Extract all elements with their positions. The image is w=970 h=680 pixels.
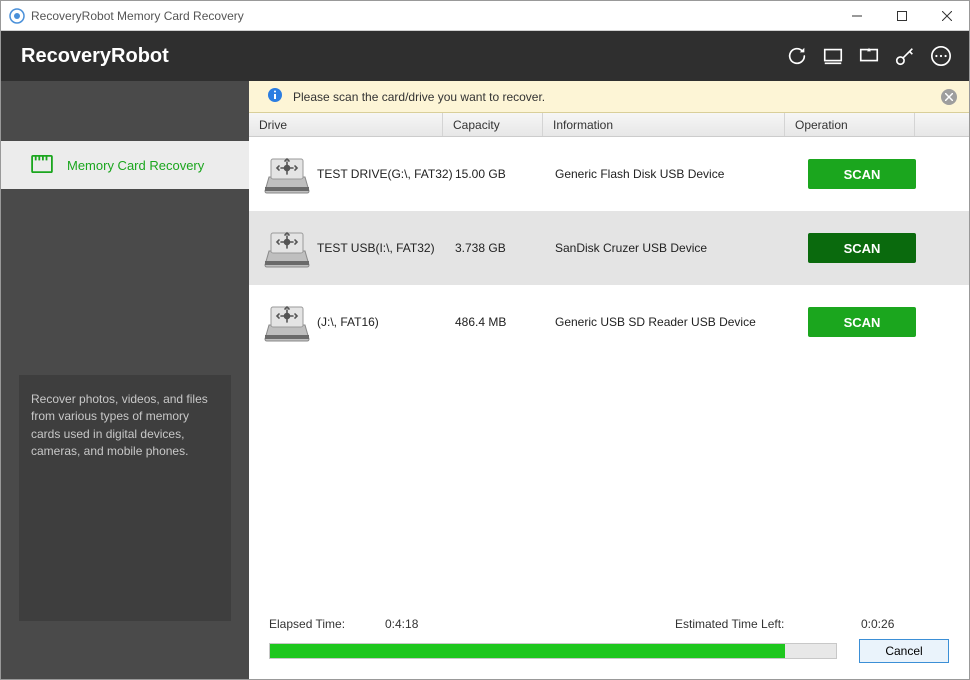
scan-button[interactable]: SCAN [808,307,916,337]
col-header-info[interactable]: Information [543,113,785,136]
monitor-icon[interactable] [821,44,845,68]
sidebar-spacer [1,189,249,375]
window-titlebar: RecoveryRobot Memory Card Recovery [1,1,969,31]
minimize-button[interactable] [834,1,879,31]
footer: Elapsed Time: 0:4:18 Estimated Time Left… [249,609,969,679]
usb-drive-icon [263,153,311,195]
content-panel: Please scan the card/drive you want to r… [249,81,969,679]
feedback-icon[interactable] [857,44,881,68]
key-icon[interactable] [893,44,917,68]
progress-fill [270,644,785,658]
scan-button[interactable]: SCAN [808,233,916,263]
col-header-capacity[interactable]: Capacity [443,113,543,136]
elapsed-label: Elapsed Time: [269,617,385,631]
sidebar-description: Recover photos, videos, and files from v… [19,375,231,621]
cancel-button[interactable]: Cancel [859,639,949,663]
progress-bar [269,643,837,659]
drive-row[interactable]: TEST USB(I:\, FAT32)3.738 GBSanDisk Cruz… [249,211,969,285]
elapsed-value: 0:4:18 [385,617,675,631]
col-header-drive[interactable]: Drive [249,113,443,136]
scan-button[interactable]: SCAN [808,159,916,189]
refresh-icon[interactable] [785,44,809,68]
col-header-spacer [915,113,969,136]
content-spacer [249,359,969,609]
close-button[interactable] [924,1,969,31]
col-header-operation[interactable]: Operation [785,113,915,136]
drive-capacity: 15.00 GB [455,167,555,181]
drive-operation: SCAN [797,307,927,337]
more-icon[interactable] [929,44,953,68]
info-strip: Please scan the card/drive you want to r… [249,81,969,113]
drive-name: (J:\, FAT16) [317,315,455,329]
eta-value: 0:0:26 [861,617,921,631]
close-info-button[interactable] [941,89,957,105]
drive-info: SanDisk Cruzer USB Device [555,241,797,255]
usb-drive-icon [263,301,311,343]
drive-info: Generic Flash Disk USB Device [555,167,797,181]
sidebar-top-spacer [1,81,249,141]
brand-title: RecoveryRobot [21,45,785,68]
drive-operation: SCAN [797,233,927,263]
app-logo-icon [9,8,25,24]
drive-row[interactable]: TEST DRIVE(G:\, FAT32)15.00 GBGeneric Fl… [249,137,969,211]
sidebar-item-label: Memory Card Recovery [67,158,204,173]
drive-operation: SCAN [797,159,927,189]
drive-row[interactable]: (J:\, FAT16)486.4 MBGeneric USB SD Reade… [249,285,969,359]
maximize-button[interactable] [879,1,924,31]
memory-card-icon [31,155,53,176]
drive-capacity: 486.4 MB [455,315,555,329]
drive-capacity: 3.738 GB [455,241,555,255]
drive-name: TEST USB(I:\, FAT32) [317,241,455,255]
eta-label: Estimated Time Left: [675,617,861,631]
time-row: Elapsed Time: 0:4:18 Estimated Time Left… [269,617,949,631]
sidebar-item-memory-card[interactable]: Memory Card Recovery [1,141,249,189]
drive-info: Generic USB SD Reader USB Device [555,315,797,329]
progress-row: Cancel [269,639,949,663]
window-title: RecoveryRobot Memory Card Recovery [31,9,834,23]
drive-list: TEST DRIVE(G:\, FAT32)15.00 GBGeneric Fl… [249,137,969,359]
sidebar: Memory Card Recovery Recover photos, vid… [1,81,249,679]
app-header: RecoveryRobot [1,31,969,81]
info-text: Please scan the card/drive you want to r… [293,90,931,104]
usb-drive-icon [263,227,311,269]
header-toolbar [785,44,953,68]
info-icon [267,87,283,106]
table-header: Drive Capacity Information Operation [249,113,969,137]
drive-name: TEST DRIVE(G:\, FAT32) [317,167,455,181]
